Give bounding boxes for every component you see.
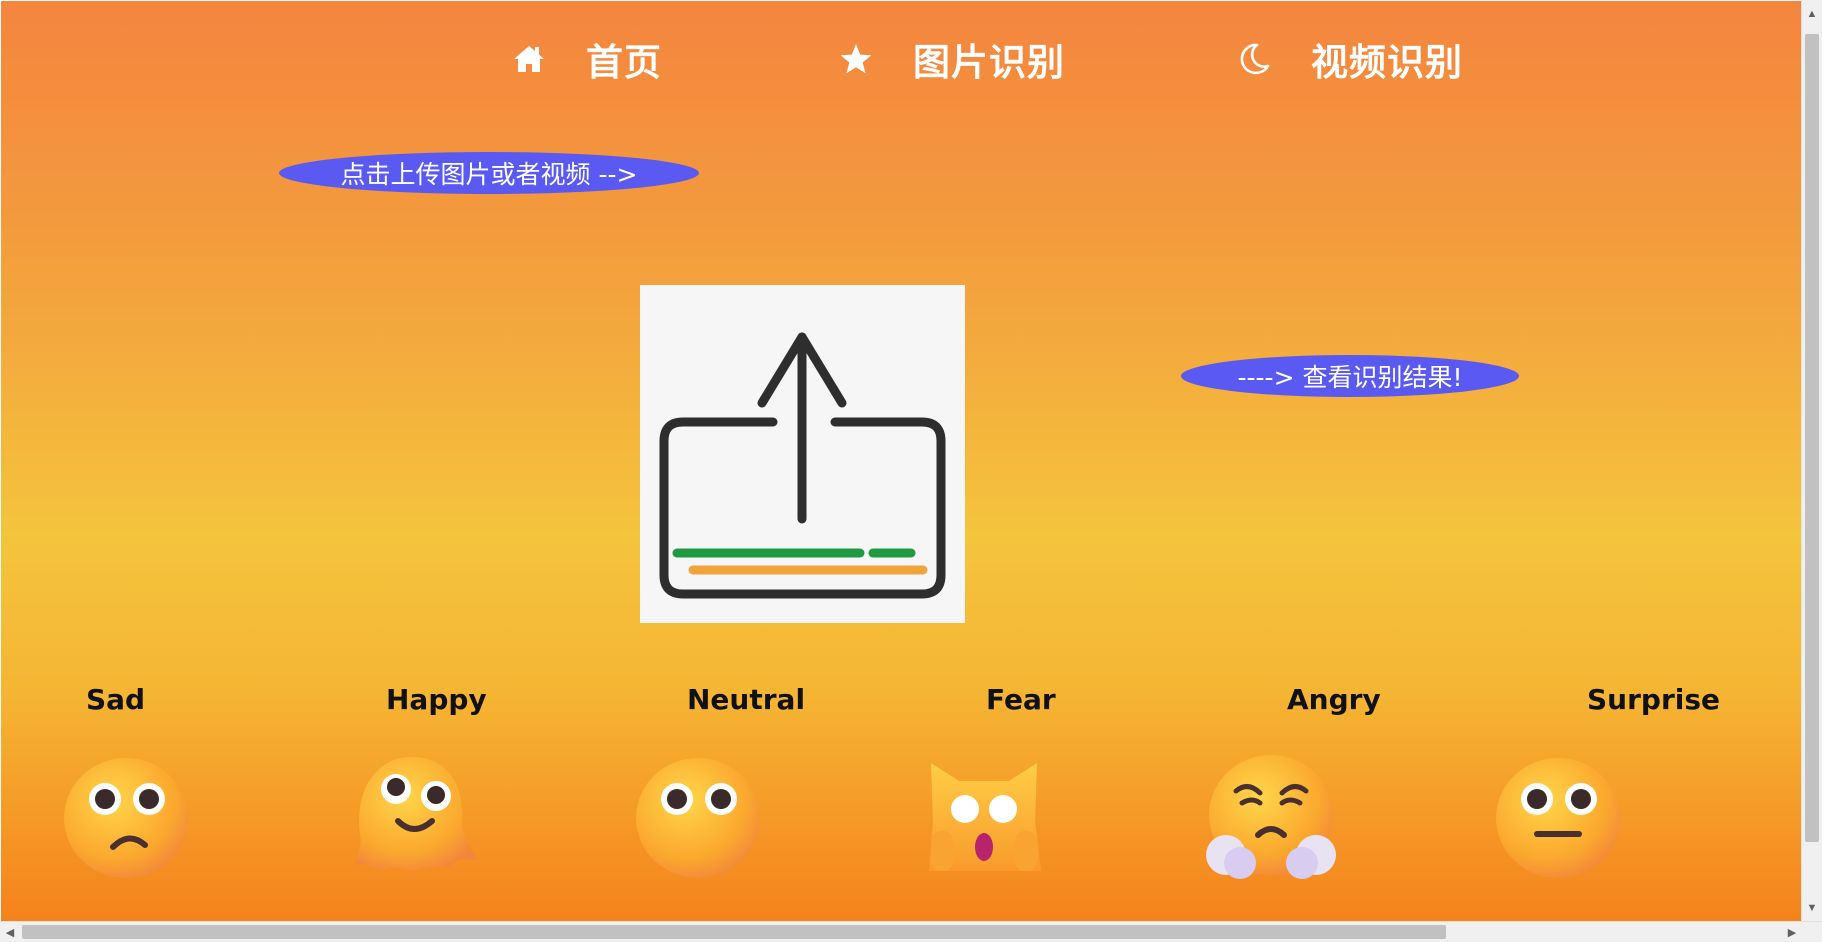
nav-item-video-recognition[interactable]: 视频识别 — [1237, 29, 1463, 89]
fearful-cat-icon — [929, 763, 1041, 871]
nav-item-label: 视频识别 — [1311, 41, 1463, 84]
melting-face-icon — [355, 757, 476, 871]
angry-steam-face-icon — [1206, 755, 1336, 879]
emotion-label-sad: Sad — [86, 683, 146, 716]
upload-area[interactable] — [640, 285, 965, 623]
emotion-label-happy: Happy — [386, 683, 487, 716]
moon-icon — [1237, 42, 1271, 76]
nav-item-image-recognition[interactable]: 图片识别 — [839, 29, 1065, 89]
nav-item-label: 首页 — [586, 41, 662, 84]
top-nav: 首页 图片识别 视频识别 — [1, 29, 1801, 89]
nav-item-label: 图片识别 — [913, 41, 1065, 84]
scroll-right-icon[interactable]: ▶ — [1782, 922, 1802, 942]
star-icon — [839, 42, 873, 76]
expressionless-face-icon — [1496, 758, 1620, 878]
emotion-label-neutral: Neutral — [687, 683, 806, 716]
scroll-left-icon[interactable]: ◀ — [0, 922, 20, 942]
vertical-scroll-thumb[interactable] — [1805, 34, 1819, 842]
neutral-face-icon — [636, 758, 760, 878]
home-icon — [512, 42, 546, 76]
emotion-label-surprise: Surprise — [1587, 683, 1721, 716]
view-result-button[interactable]: ----> 查看识别结果! — [1181, 355, 1519, 397]
page: 首页 图片识别 视频识别 点击上传图片或者视频 --> ----> 查看识别结果… — [1, 1, 1801, 923]
nav-item-home[interactable]: 首页 — [512, 29, 662, 89]
emotion-label-fear: Fear — [986, 683, 1056, 716]
sad-face-icon — [64, 758, 188, 878]
scroll-down-icon[interactable]: ▼ — [1802, 898, 1822, 918]
upload-hint-button[interactable]: 点击上传图片或者视频 --> — [279, 152, 699, 194]
vertical-scrollbar[interactable]: ▲ ▼ — [1801, 0, 1822, 922]
emotion-label-angry: Angry — [1287, 683, 1381, 716]
horizontal-scroll-thumb[interactable] — [22, 925, 1446, 939]
scroll-up-icon[interactable]: ▲ — [1802, 4, 1822, 24]
upload-icon — [659, 332, 946, 599]
horizontal-scrollbar[interactable]: ◀ ▶ — [0, 921, 1822, 942]
